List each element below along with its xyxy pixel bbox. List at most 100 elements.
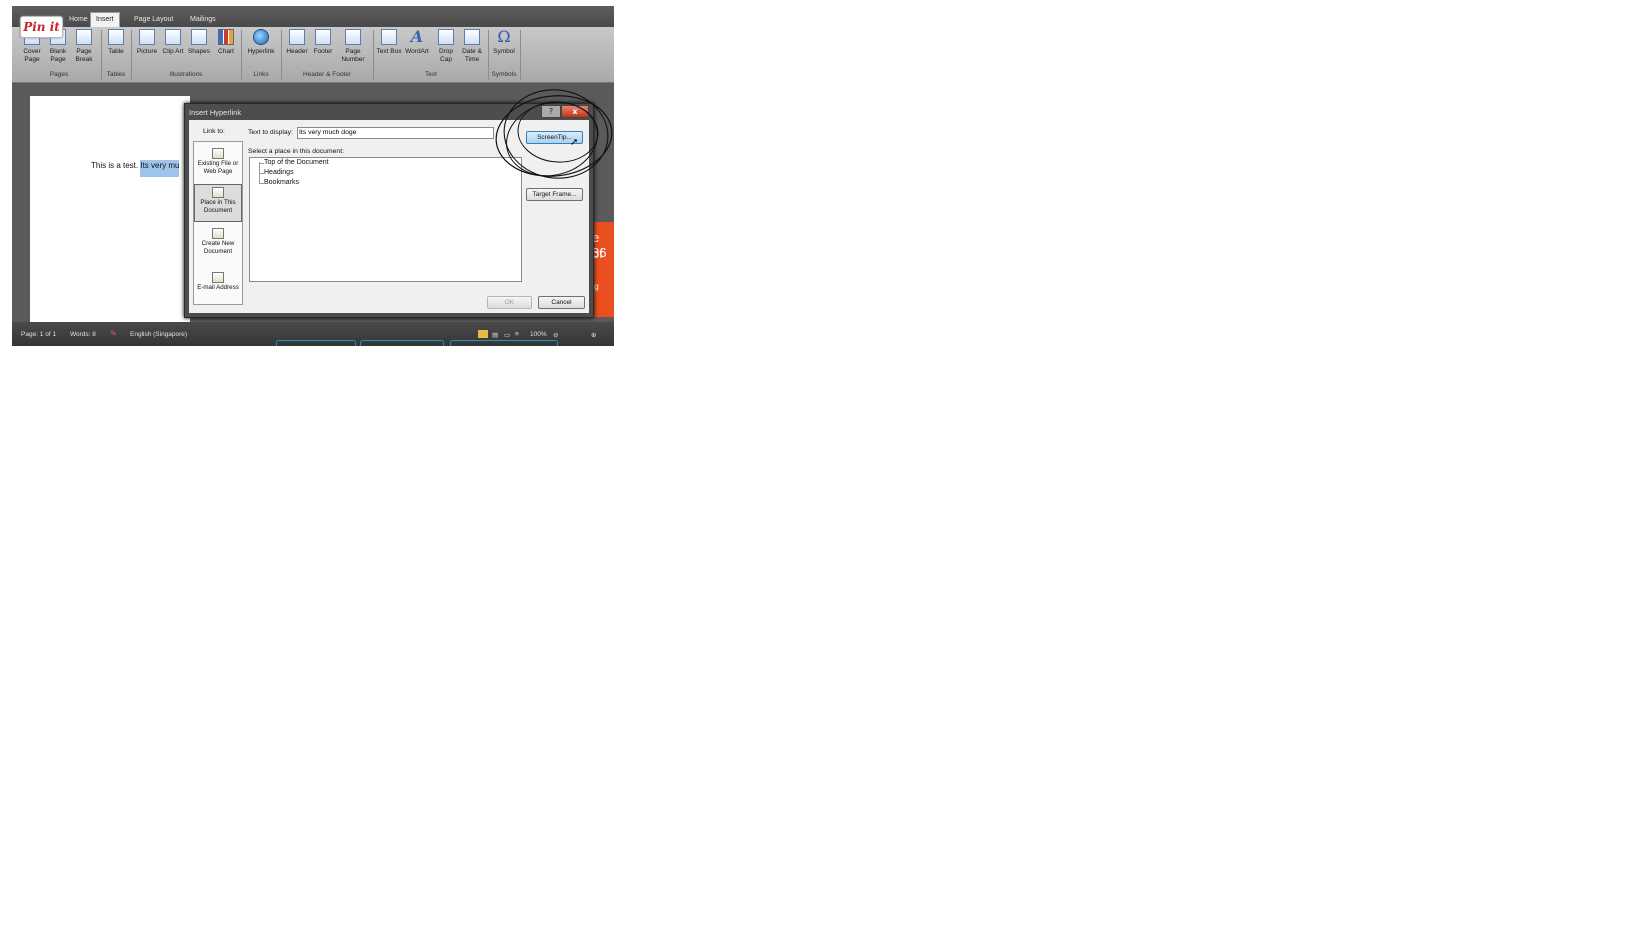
word-window: Home Insert Page Layout Mailings Pin it … [12, 6, 614, 346]
footer-icon [315, 29, 331, 45]
calendar-icon [464, 29, 480, 45]
print-layout-view-icon[interactable] [478, 330, 488, 338]
existing-file-icon [212, 148, 224, 159]
group-symbols-label: Symbols [491, 71, 517, 78]
group-tables-label: Tables [106, 71, 126, 78]
page-break-icon [76, 29, 92, 45]
link-to-place-in-document-label: Place in This Document [200, 199, 236, 214]
tree-item-bookmarks[interactable]: Bookmarks [264, 179, 299, 186]
mouse-cursor-icon: ➚ [570, 137, 579, 148]
ribbon-separator [373, 30, 374, 80]
picture-icon [139, 29, 155, 45]
page-number-button[interactable]: Page Number [338, 29, 368, 64]
partial-tab-outline [450, 340, 558, 346]
header-icon [289, 29, 305, 45]
ok-button[interactable]: OK [487, 296, 532, 309]
pin-it-button[interactable]: Pin it [20, 16, 63, 38]
email-icon [212, 272, 224, 283]
picture-label: Picture [136, 48, 158, 55]
ribbon-tabs: Home Insert Page Layout Mailings [12, 6, 614, 28]
link-to-email-address-label: E-mail Address [197, 284, 239, 291]
tab-page-layout[interactable]: Page Layout [129, 13, 178, 27]
tree-item-top-of-document[interactable]: Top of the Document [264, 159, 329, 166]
group-links-label: Links [253, 71, 269, 78]
page-count[interactable]: Page: 1 of 1 [21, 331, 56, 338]
group-illustrations-label: Illustrations [169, 71, 203, 78]
tab-home[interactable]: Home [64, 13, 93, 27]
help-button[interactable]: ? [541, 105, 561, 118]
cancel-button[interactable]: Cancel [538, 296, 585, 309]
chart-button[interactable]: Chart [214, 29, 238, 56]
new-document-icon [212, 228, 224, 239]
group-header-footer-label: Header & Footer [302, 71, 352, 78]
text-box-label: Text Box [376, 48, 402, 55]
group-text-label: Text [425, 71, 437, 78]
wordart-icon: A [410, 27, 424, 46]
drop-cap-icon [438, 29, 454, 45]
link-to-existing-file[interactable]: Existing File or Web Page [194, 146, 242, 182]
insert-hyperlink-dialog: Insert Hyperlink ? x Link to: Existing Fi… [184, 103, 594, 318]
text-box-button[interactable]: Text Box [376, 29, 402, 56]
document-place-tree[interactable]: Top of the Document Headings Bookmarks [249, 157, 522, 282]
link-to-create-new-document[interactable]: Create New Document [194, 226, 242, 262]
page-break-label: Page Break [75, 48, 93, 63]
link-to-panel: Existing File or Web Page Place in This … [193, 141, 243, 305]
drop-cap-button[interactable]: Drop Cap [433, 29, 459, 64]
drop-cap-label: Drop Cap [438, 48, 454, 63]
globe-icon [253, 29, 269, 45]
page-fragment-below [12, 340, 614, 348]
text-to-display-input[interactable]: Its very much doge [297, 127, 494, 139]
word-count[interactable]: Words: 8 [70, 331, 96, 338]
ribbon-separator [241, 30, 242, 80]
date-time-label: Date & Time [462, 48, 482, 63]
tab-insert[interactable]: Insert [90, 12, 120, 28]
place-in-document-icon [212, 187, 224, 198]
text-to-display-label: Text to display: [248, 129, 293, 136]
omega-icon: Ω [497, 27, 511, 46]
web-layout-view-icon[interactable]: ▭ [504, 331, 510, 339]
zoom-level[interactable]: 100% [530, 331, 547, 338]
wordart-button[interactable]: A WordArt [402, 29, 432, 56]
header-button[interactable]: Header [284, 29, 310, 56]
full-screen-view-icon[interactable]: ▤ [492, 331, 498, 339]
ribbon-separator [101, 30, 102, 80]
document-page[interactable]: This is a test. Its very mu [30, 96, 190, 322]
target-frame-button[interactable]: Target Frame... [526, 188, 583, 201]
close-button[interactable]: x [561, 105, 589, 118]
symbol-button[interactable]: Ω Symbol [491, 29, 517, 56]
link-to-place-in-document[interactable]: Place in This Document [194, 184, 242, 222]
clip-art-label: Clip Art [162, 48, 184, 55]
group-pages-label: Pages [49, 71, 69, 78]
language-indicator[interactable]: English (Singapore) [130, 331, 187, 338]
header-label: Header [286, 48, 308, 55]
clip-art-button[interactable]: Clip Art [162, 29, 184, 56]
ribbon-separator [131, 30, 132, 80]
footer-label: Footer [313, 48, 333, 55]
document-text[interactable]: This is a test. Its very mu [91, 160, 180, 177]
zoom-in-icon[interactable]: ⊕ [591, 331, 596, 339]
partial-tab-outline [276, 340, 356, 346]
ribbon-separator [281, 30, 282, 80]
link-to-create-new-document-label: Create New Document [201, 240, 235, 255]
page-break-button[interactable]: Page Break [72, 29, 96, 64]
ribbon-separator [520, 30, 521, 80]
select-place-label: Select a place in this document: [248, 148, 344, 155]
hyperlink-button[interactable]: Hyperlink [244, 29, 278, 56]
link-to-email-address[interactable]: E-mail Address [194, 270, 242, 300]
footer-button[interactable]: Footer [310, 29, 336, 56]
outline-view-icon[interactable]: ≡ [515, 331, 519, 338]
chart-label: Chart [218, 48, 234, 55]
shapes-button[interactable]: Shapes [186, 29, 212, 56]
page-number-icon [345, 29, 361, 45]
picture-button[interactable]: Picture [134, 29, 160, 56]
tab-mailings[interactable]: Mailings [185, 13, 221, 27]
dialog-title: Insert Hyperlink [189, 108, 242, 117]
date-time-button[interactable]: Date & Time [459, 29, 485, 64]
zoom-out-icon[interactable]: ⊖ [553, 331, 558, 339]
link-to-label: Link to: [203, 128, 225, 135]
table-icon [108, 29, 124, 45]
table-button[interactable]: Table [104, 29, 128, 56]
tree-item-headings[interactable]: Headings [264, 169, 294, 176]
proofing-icon[interactable]: ✎ [110, 329, 117, 338]
chart-icon [218, 29, 234, 45]
